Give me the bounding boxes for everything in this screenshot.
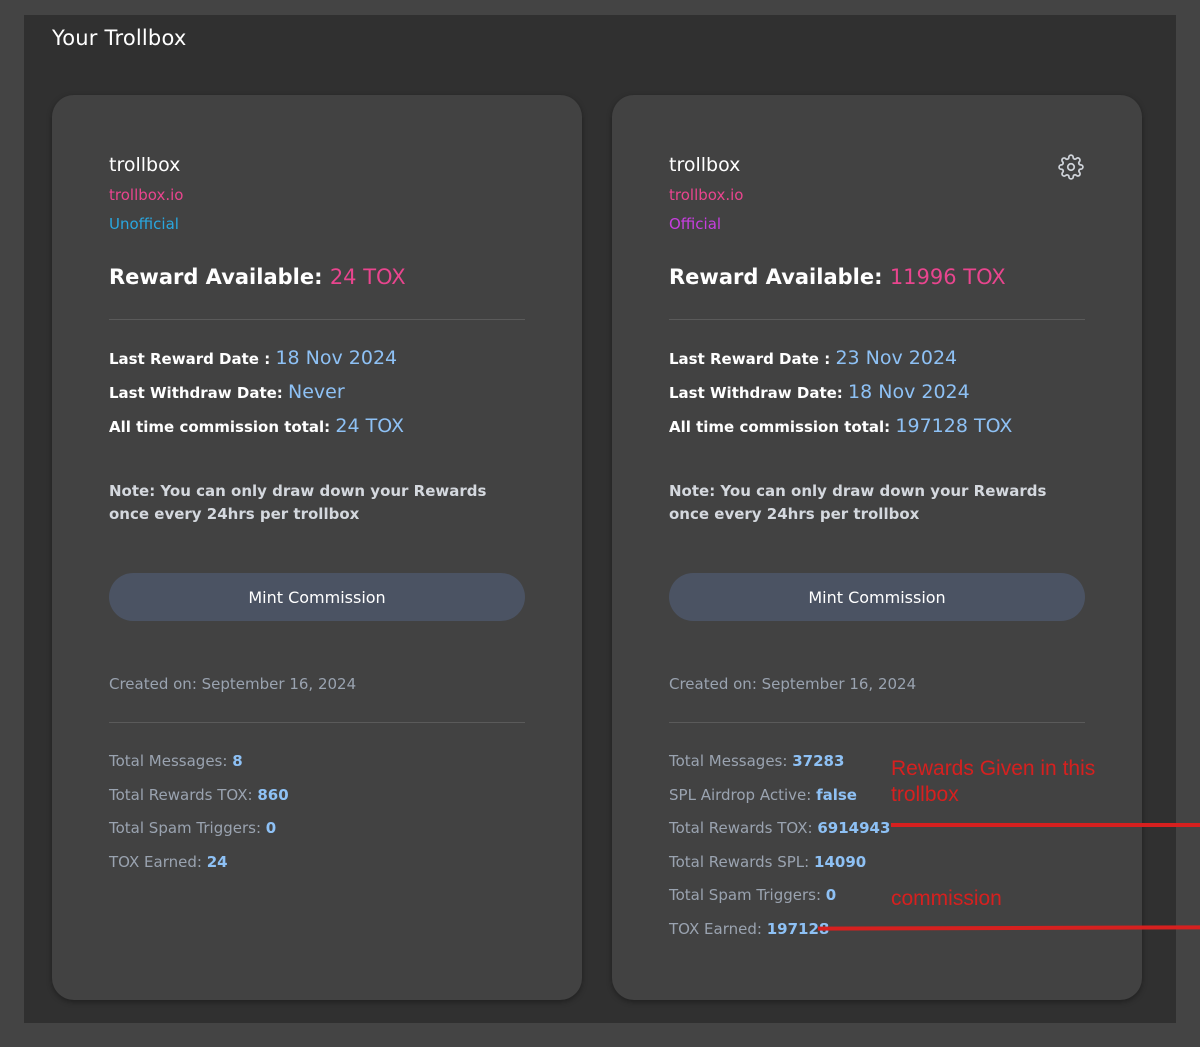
last-withdraw-label: Last Withdraw Date:: [109, 384, 283, 402]
last-withdraw-label: Last Withdraw Date:: [669, 384, 843, 402]
mint-commission-button[interactable]: Mint Commission: [109, 573, 525, 621]
stat-total-messages: Total Messages: 37283: [669, 752, 844, 770]
stat-spam-triggers: Total Spam Triggers: 0: [109, 819, 276, 837]
stat-total-messages: Total Messages: 8: [109, 752, 243, 770]
last-withdraw-date: Last Withdraw Date: Never: [109, 381, 345, 403]
divider: [109, 319, 525, 320]
card-name: trollbox: [669, 154, 741, 176]
stat-total-rewards-tox: Total Rewards TOX: 6914943: [669, 819, 890, 837]
reward-label: Reward Available:: [669, 265, 883, 289]
mint-commission-button[interactable]: Mint Commission: [669, 573, 1085, 621]
created-date: Created on: September 16, 2024: [109, 675, 357, 693]
withdraw-note: Note: You can only draw down your Reward…: [109, 482, 487, 523]
stat-total-rewards-tox: Total Rewards TOX: 860: [109, 786, 289, 804]
reward-available: Reward Available: 24 TOX: [109, 265, 406, 289]
card-name: trollbox: [109, 154, 181, 176]
commission-total: All time commission total: 24 TOX: [109, 415, 404, 437]
last-withdraw-date: Last Withdraw Date: 18 Nov 2024: [669, 381, 970, 403]
card-site-link[interactable]: trollbox.io: [669, 186, 743, 204]
stat-spl-airdrop-active: SPL Airdrop Active: false: [669, 786, 857, 804]
trollbox-card-unofficial: trollbox trollbox.io Unofficial Reward A…: [52, 95, 582, 1000]
card-status-badge: Unofficial: [109, 215, 179, 233]
last-reward-date: Last Reward Date : 23 Nov 2024: [669, 347, 957, 369]
commission-value: 24 TOX: [335, 415, 404, 437]
reward-value: 24 TOX: [329, 265, 406, 289]
panel-title: Your Trollbox: [52, 26, 187, 50]
commission-annotation-text: commission: [891, 887, 1002, 910]
stat-value: 24: [206, 853, 228, 871]
last-reward-label: Last Reward Date :: [669, 350, 831, 368]
last-reward-value: 18 Nov 2024: [275, 347, 398, 369]
stat-label: TOX Earned:: [109, 853, 202, 871]
annotation-line: Rewards Given in this: [891, 757, 1096, 780]
last-reward-date: Last Reward Date : 18 Nov 2024: [109, 347, 397, 369]
stat-value: 860: [257, 786, 289, 804]
withdraw-note: Note: You can only draw down your Reward…: [669, 482, 1047, 523]
stat-value: 14090: [814, 853, 867, 871]
divider: [109, 722, 525, 723]
reward-label: Reward Available:: [109, 265, 323, 289]
stat-value: 0: [825, 886, 837, 904]
annotation-line: trollbox: [891, 783, 959, 806]
divider: [669, 722, 1085, 723]
stat-label: Total Spam Triggers:: [669, 886, 822, 904]
stat-label: Total Messages:: [669, 752, 788, 770]
last-reward-label: Last Reward Date :: [109, 350, 271, 368]
trollbox-card-official: trollbox trollbox.io Official Reward Ava…: [612, 95, 1142, 1000]
stat-label: Total Rewards TOX:: [109, 786, 253, 804]
commission-total: All time commission total: 197128 TOX: [669, 415, 1012, 437]
stat-value: 8: [232, 752, 243, 770]
stat-total-rewards-spl: Total Rewards SPL: 14090: [669, 853, 866, 871]
stat-tox-earned: TOX Earned: 24: [109, 853, 228, 871]
rewards-annotation-text: Rewards Given in this trollbox: [891, 756, 1095, 808]
created-date: Created on: September 16, 2024: [669, 675, 917, 693]
stat-value: false: [816, 786, 857, 804]
stat-label: Total Rewards TOX:: [669, 819, 813, 837]
stat-label: SPL Airdrop Active:: [669, 786, 812, 804]
stat-value: 37283: [792, 752, 845, 770]
last-reward-value: 23 Nov 2024: [835, 347, 958, 369]
stat-tox-earned: TOX Earned: 197128: [669, 920, 829, 938]
card-status-badge: Official: [669, 215, 722, 233]
reward-available: Reward Available: 11996 TOX: [669, 265, 1006, 289]
stat-label: Total Spam Triggers:: [109, 819, 262, 837]
stat-value: 6914943: [817, 819, 891, 837]
last-withdraw-value: Never: [288, 381, 345, 403]
stat-label: Total Rewards SPL:: [669, 853, 810, 871]
last-withdraw-value: 18 Nov 2024: [848, 381, 970, 403]
stat-spam-triggers: Total Spam Triggers: 0: [669, 886, 836, 904]
annotation-arrow-line: [891, 823, 1200, 827]
commission-label: All time commission total:: [109, 418, 331, 436]
commission-label: All time commission total:: [669, 418, 891, 436]
stat-label: TOX Earned:: [669, 920, 762, 938]
gear-icon[interactable]: [1058, 154, 1084, 180]
reward-value: 11996 TOX: [889, 265, 1006, 289]
commission-value: 197128 TOX: [895, 415, 1013, 437]
divider: [669, 319, 1085, 320]
trollbox-panel: Your Trollbox trollbox trollbox.io Unoff…: [24, 15, 1176, 1023]
stat-label: Total Messages:: [109, 752, 228, 770]
card-site-link[interactable]: trollbox.io: [109, 186, 183, 204]
stat-value: 0: [265, 819, 277, 837]
